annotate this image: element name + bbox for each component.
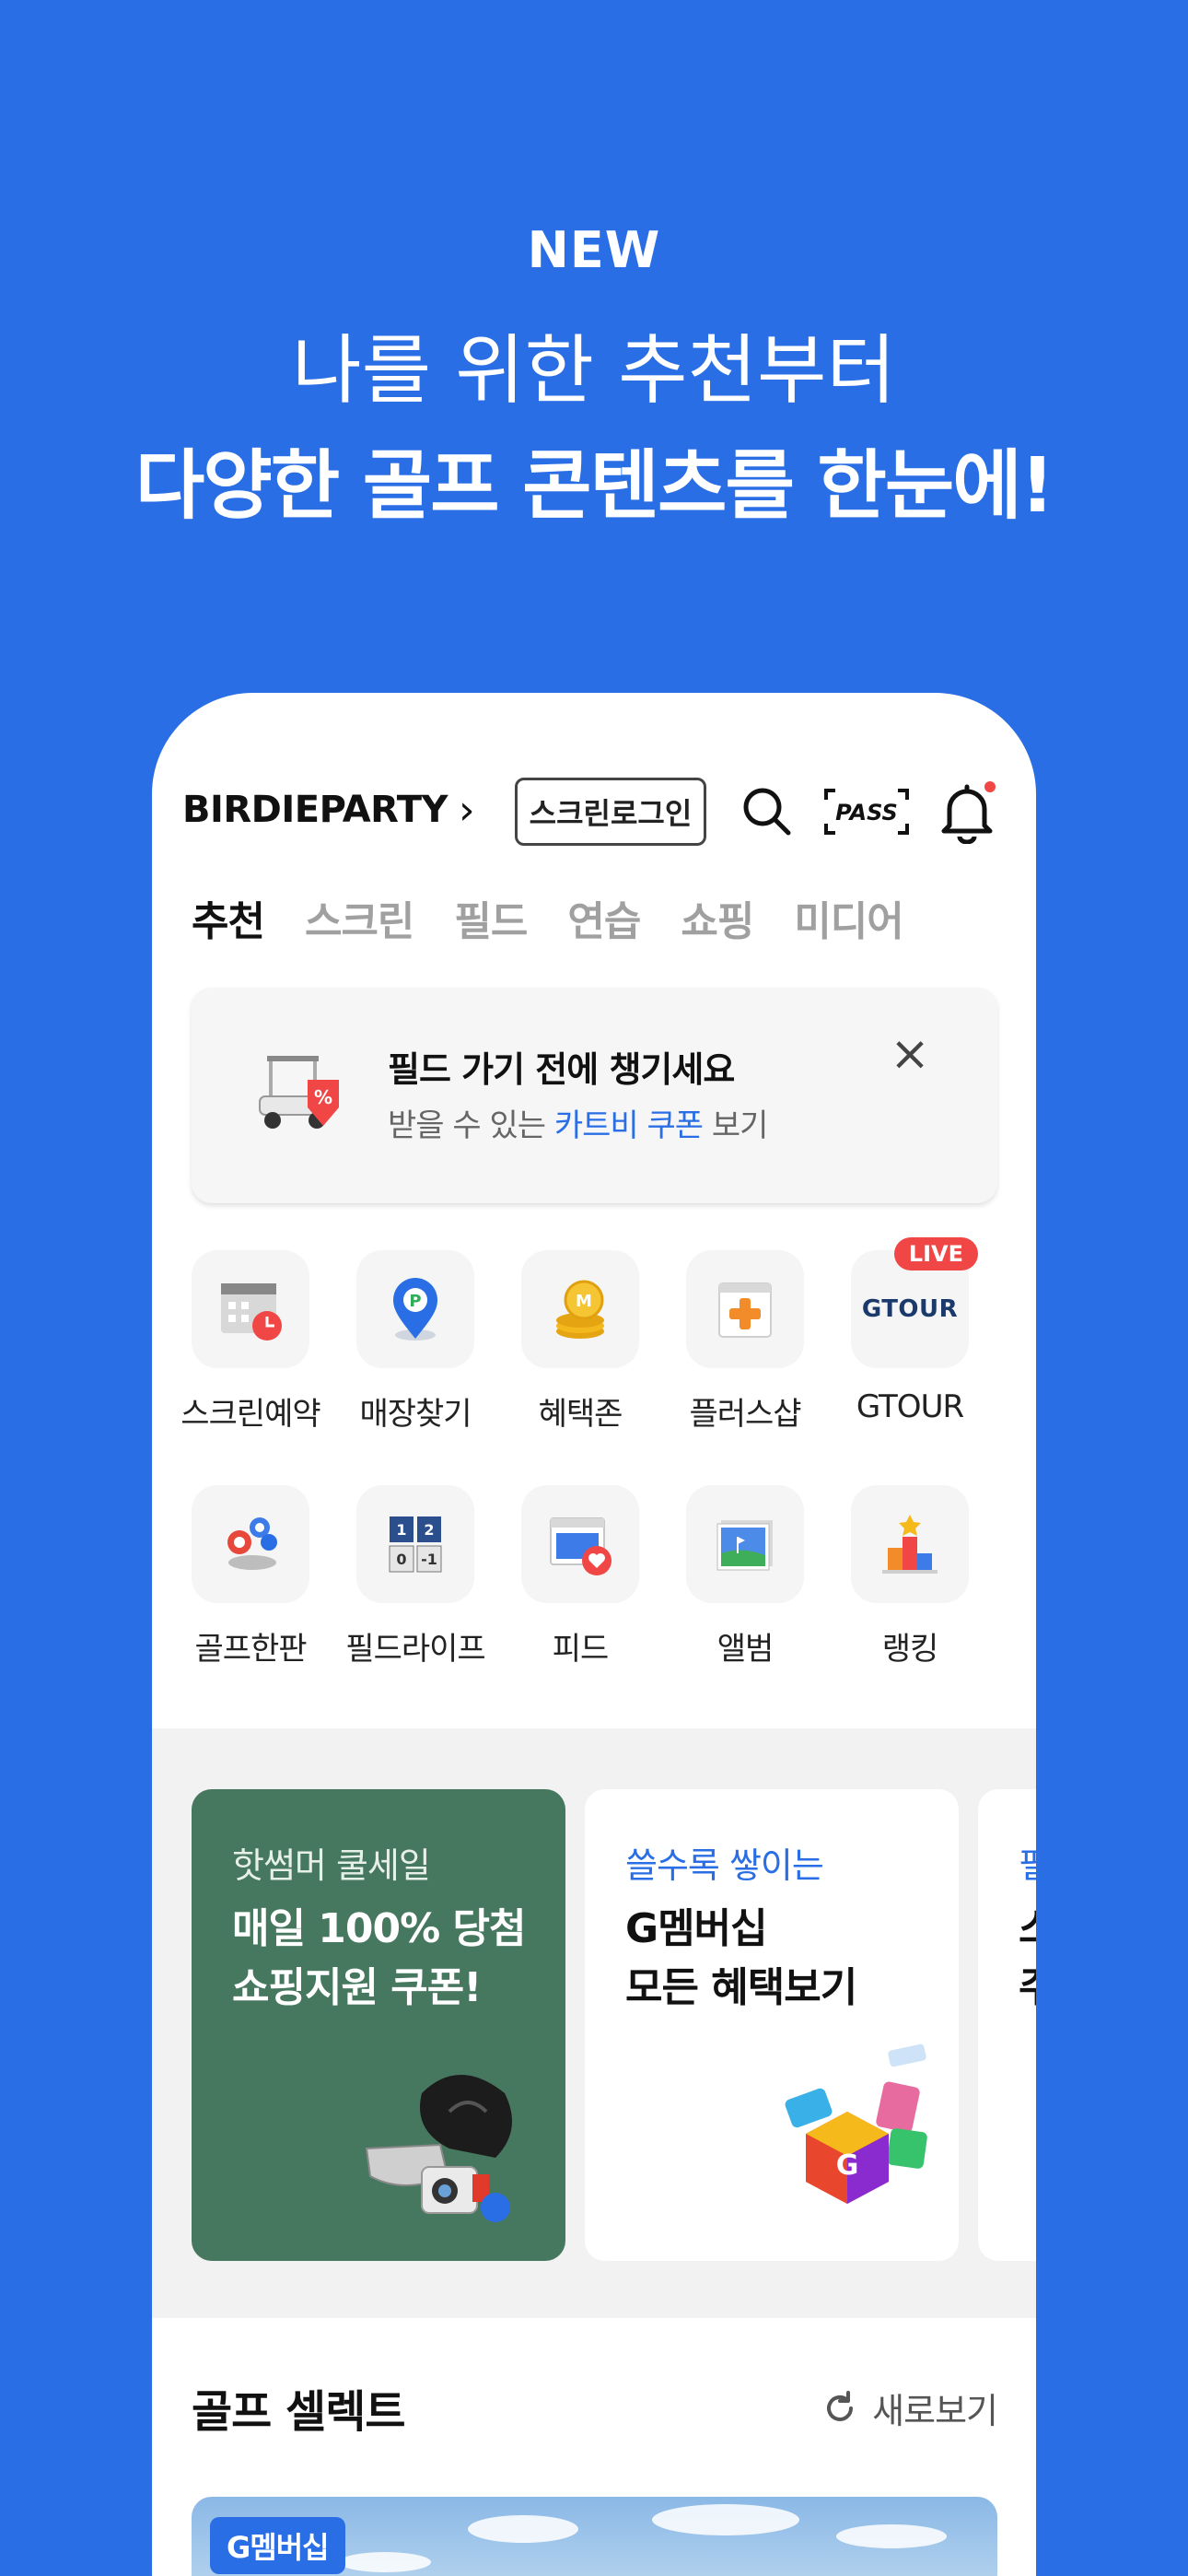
- refresh-icon: [827, 2390, 854, 2421]
- card-title: G멤버십 모든 혜택보기: [625, 1905, 857, 2011]
- menu-label: GTOUR: [856, 1388, 964, 1425]
- menu-plus-shop[interactable]: 플러스샵: [662, 1250, 828, 1434]
- coin-stack-icon: M: [521, 1250, 639, 1368]
- gtour-logo: GTOUR LIVE: [851, 1237, 978, 1368]
- golf-select-banner[interactable]: G멤버십: [192, 2497, 997, 2576]
- svg-text:P: P: [409, 1292, 421, 1311]
- menu-golf-hanpan[interactable]: 골프한판: [168, 1485, 333, 1669]
- promo-card-partial[interactable]: 필 스 주: [978, 1789, 1036, 2261]
- svg-text:M: M: [576, 1292, 592, 1311]
- notice-subtitle: 받을 수 있는 카트비 쿠폰 보기: [388, 1100, 769, 1145]
- brand-name: BIRDIEPARTY: [182, 789, 448, 831]
- top-bar: BIRDIEPARTY › 스크린로그인 PASS: [152, 768, 1036, 851]
- refresh-button[interactable]: 새로보기: [821, 2383, 998, 2433]
- live-badge: LIVE: [893, 1237, 978, 1270]
- promo-card-gmembership[interactable]: 쓸수록 쌓이는 G멤버십 모든 혜택보기 G: [585, 1789, 959, 2261]
- pass-icon[interactable]: PASS: [822, 787, 911, 837]
- card-title: 매일 100% 당첨 쇼핑지원 쿠폰!: [232, 1905, 526, 2011]
- gmembership-badge: G멤버십: [210, 2517, 345, 2574]
- menu-feed[interactable]: 피드: [497, 1485, 663, 1669]
- bell-icon[interactable]: [937, 779, 997, 845]
- menu-label: 골프한판: [194, 1631, 307, 1668]
- svg-text:-1: -1: [421, 1551, 437, 1568]
- card-kicker: 필: [1019, 1845, 1036, 1886]
- scoreboard-icon: 1 2 0 -1: [356, 1485, 474, 1603]
- screen-login-button[interactable]: 스크린로그인: [515, 778, 706, 846]
- menu-label: 랭킹: [881, 1631, 939, 1668]
- golf-select-header: 골프 셀렉트 새로보기: [192, 2375, 998, 2449]
- refresh-label: 새로보기: [872, 2391, 998, 2431]
- menu-gtour[interactable]: GTOUR LIVE GTOUR: [827, 1237, 993, 1425]
- chevron-right-icon: ›: [458, 786, 475, 834]
- brand-link[interactable]: BIRDIEPARTY ›: [182, 768, 475, 851]
- menu-store-finder[interactable]: P 매장찾기: [332, 1250, 498, 1434]
- notice-sub-prefix: 받을 수 있는: [388, 1107, 546, 1144]
- menu-album[interactable]: 앨범: [662, 1485, 828, 1669]
- promo-card-cool-sale[interactable]: 핫썸머 쿨세일 매일 100% 당첨 쇼핑지원 쿠폰!: [192, 1789, 565, 2261]
- menu-field-life[interactable]: 1 2 0 -1 필드라이프: [332, 1485, 498, 1669]
- menu-label: 매장찾기: [359, 1396, 472, 1433]
- phone-screen: BIRDIEPARTY › 스크린로그인 PASS 추천 스크린 필드 연습 쇼: [152, 693, 1036, 2576]
- tab-field[interactable]: 필드: [454, 888, 528, 947]
- tab-recommend[interactable]: 추천: [192, 888, 265, 947]
- gtour-logo-text: GTOUR: [861, 1295, 959, 1323]
- menu-label: 스크린예약: [181, 1396, 320, 1433]
- svg-text:2: 2: [424, 1521, 434, 1539]
- svg-text:0: 0: [396, 1551, 406, 1568]
- promo-carousel: 핫썸머 쿨세일 매일 100% 당첨 쇼핑지원 쿠폰! 쓸수록 쌓이는 G멤버십…: [152, 1728, 1036, 2318]
- notice-title: 필드 가기 전에 챙기세요: [388, 1049, 735, 1090]
- menu-screen-reservation[interactable]: 스크린예약: [168, 1250, 333, 1434]
- search-icon[interactable]: [739, 783, 794, 838]
- menu-label: 혜택존: [538, 1396, 623, 1433]
- card-kicker: 핫썸머 쿨세일: [232, 1845, 431, 1886]
- card-title: 스 주: [1019, 1900, 1036, 2018]
- menu-ranking[interactable]: 랭킹: [827, 1485, 993, 1669]
- ranking-podium-icon: [851, 1485, 969, 1603]
- card-kicker: 쓸수록 쌓이는: [625, 1845, 824, 1886]
- notice-sub-suffix: 보기: [711, 1107, 769, 1144]
- tab-shopping[interactable]: 쇼핑: [681, 888, 754, 947]
- menu-label: 플러스샵: [689, 1396, 801, 1433]
- category-tabs: 추천 스크린 필드 연습 쇼핑 미디어: [192, 888, 944, 947]
- tab-practice[interactable]: 연습: [567, 888, 641, 947]
- svg-text:G: G: [836, 2149, 859, 2182]
- notice-sub-highlight[interactable]: 카트비 쿠폰: [554, 1107, 704, 1144]
- golf-cart-icon: %: [247, 1043, 348, 1144]
- tab-screen[interactable]: 스크린: [305, 888, 414, 947]
- promo-new-badge: NEW: [527, 221, 661, 279]
- golf-gear-illustration: [365, 2075, 512, 2222]
- cart-coupon-notice[interactable]: % 필드 가기 전에 챙기세요 받을 수 있는 카트비 쿠폰 보기 ×: [192, 988, 997, 1203]
- golf-chips-icon: [192, 1485, 309, 1603]
- menu-benefit-zone[interactable]: M 혜택존: [497, 1250, 663, 1434]
- membership-illustration: G: [785, 2043, 927, 2204]
- photo-album-icon: [686, 1485, 804, 1603]
- svg-text:%: %: [314, 1086, 332, 1108]
- map-pin-icon: P: [356, 1250, 474, 1368]
- promo-headline-2: 다양한 골프 콘텐츠를 한눈에!: [134, 442, 1054, 530]
- tab-media[interactable]: 미디어: [794, 888, 903, 947]
- plus-bag-icon: [686, 1250, 804, 1368]
- calendar-clock-icon: [192, 1250, 309, 1368]
- close-icon[interactable]: ×: [882, 1026, 938, 1082]
- menu-label: 피드: [552, 1631, 610, 1668]
- menu-label: 필드라이프: [345, 1631, 485, 1668]
- promo-headline-1: 나를 위한 추천부터: [292, 327, 896, 415]
- pass-text: PASS: [835, 800, 898, 825]
- svg-text:1: 1: [396, 1521, 406, 1539]
- feed-heart-icon: [521, 1485, 639, 1603]
- menu-label: 앨범: [716, 1631, 775, 1668]
- section-title: 골프 셀렉트: [192, 2386, 406, 2438]
